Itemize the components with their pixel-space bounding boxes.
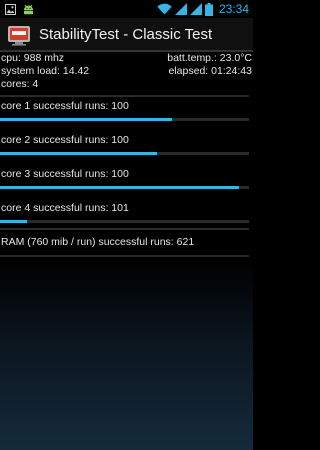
- wifi-icon: [157, 3, 172, 15]
- core-3-progress-fill: [0, 186, 240, 189]
- battery-icon: [204, 2, 213, 16]
- info-row-cores: cores: 4: [0, 78, 253, 91]
- stats-panel: cpu: 988 mhz batt.temp.: 23.0°C system l…: [0, 52, 253, 91]
- ram-label: RAM (760 mib / run) successful runs: 621: [1, 236, 195, 248]
- core-4-progress-track: [0, 220, 249, 223]
- app-title: StabilityTest - Classic Test: [39, 25, 213, 43]
- divider: [0, 228, 249, 230]
- divider: [0, 95, 249, 97]
- cores-text: cores: 4: [1, 78, 39, 90]
- android-icon: [24, 4, 33, 14]
- core-1-label: core 1 successful runs: 100: [1, 100, 129, 112]
- status-bar: 23:34: [0, 0, 253, 18]
- info-row-cpu: cpu: 988 mhz batt.temp.: 23.0°C: [0, 52, 253, 65]
- signal-icon-2: [189, 3, 202, 15]
- status-time: 23:34: [218, 2, 249, 16]
- app-logo-icon[interactable]: [6, 21, 32, 47]
- divider: [0, 255, 249, 257]
- core-3-label: core 3 successful runs: 100: [1, 168, 129, 180]
- system-load-text: system load: 14.42: [1, 65, 90, 77]
- action-bar: StabilityTest - Classic Test: [0, 18, 253, 52]
- core-4-label: core 4 successful runs: 101: [1, 202, 129, 214]
- core-1-progress-track: [0, 118, 249, 121]
- core-3-progress-track: [0, 186, 249, 189]
- elapsed-text: elapsed: 01:24:43: [168, 65, 253, 77]
- image-notification-icon: [5, 3, 16, 15]
- core-4-progress-fill: [0, 220, 28, 223]
- signal-icon-1: [174, 3, 187, 15]
- core-2-progress-fill: [0, 152, 157, 155]
- background-gradient: [0, 260, 253, 450]
- cpu-text: cpu: 988 mhz: [1, 52, 65, 64]
- battery-temp-text: batt.temp.: 23.0°C: [167, 52, 252, 64]
- info-row-load: system load: 14.42 elapsed: 01:24:43: [0, 65, 253, 78]
- core-2-label: core 2 successful runs: 100: [1, 134, 129, 146]
- core-1-progress-fill: [0, 118, 172, 121]
- core-2-progress-track: [0, 152, 249, 155]
